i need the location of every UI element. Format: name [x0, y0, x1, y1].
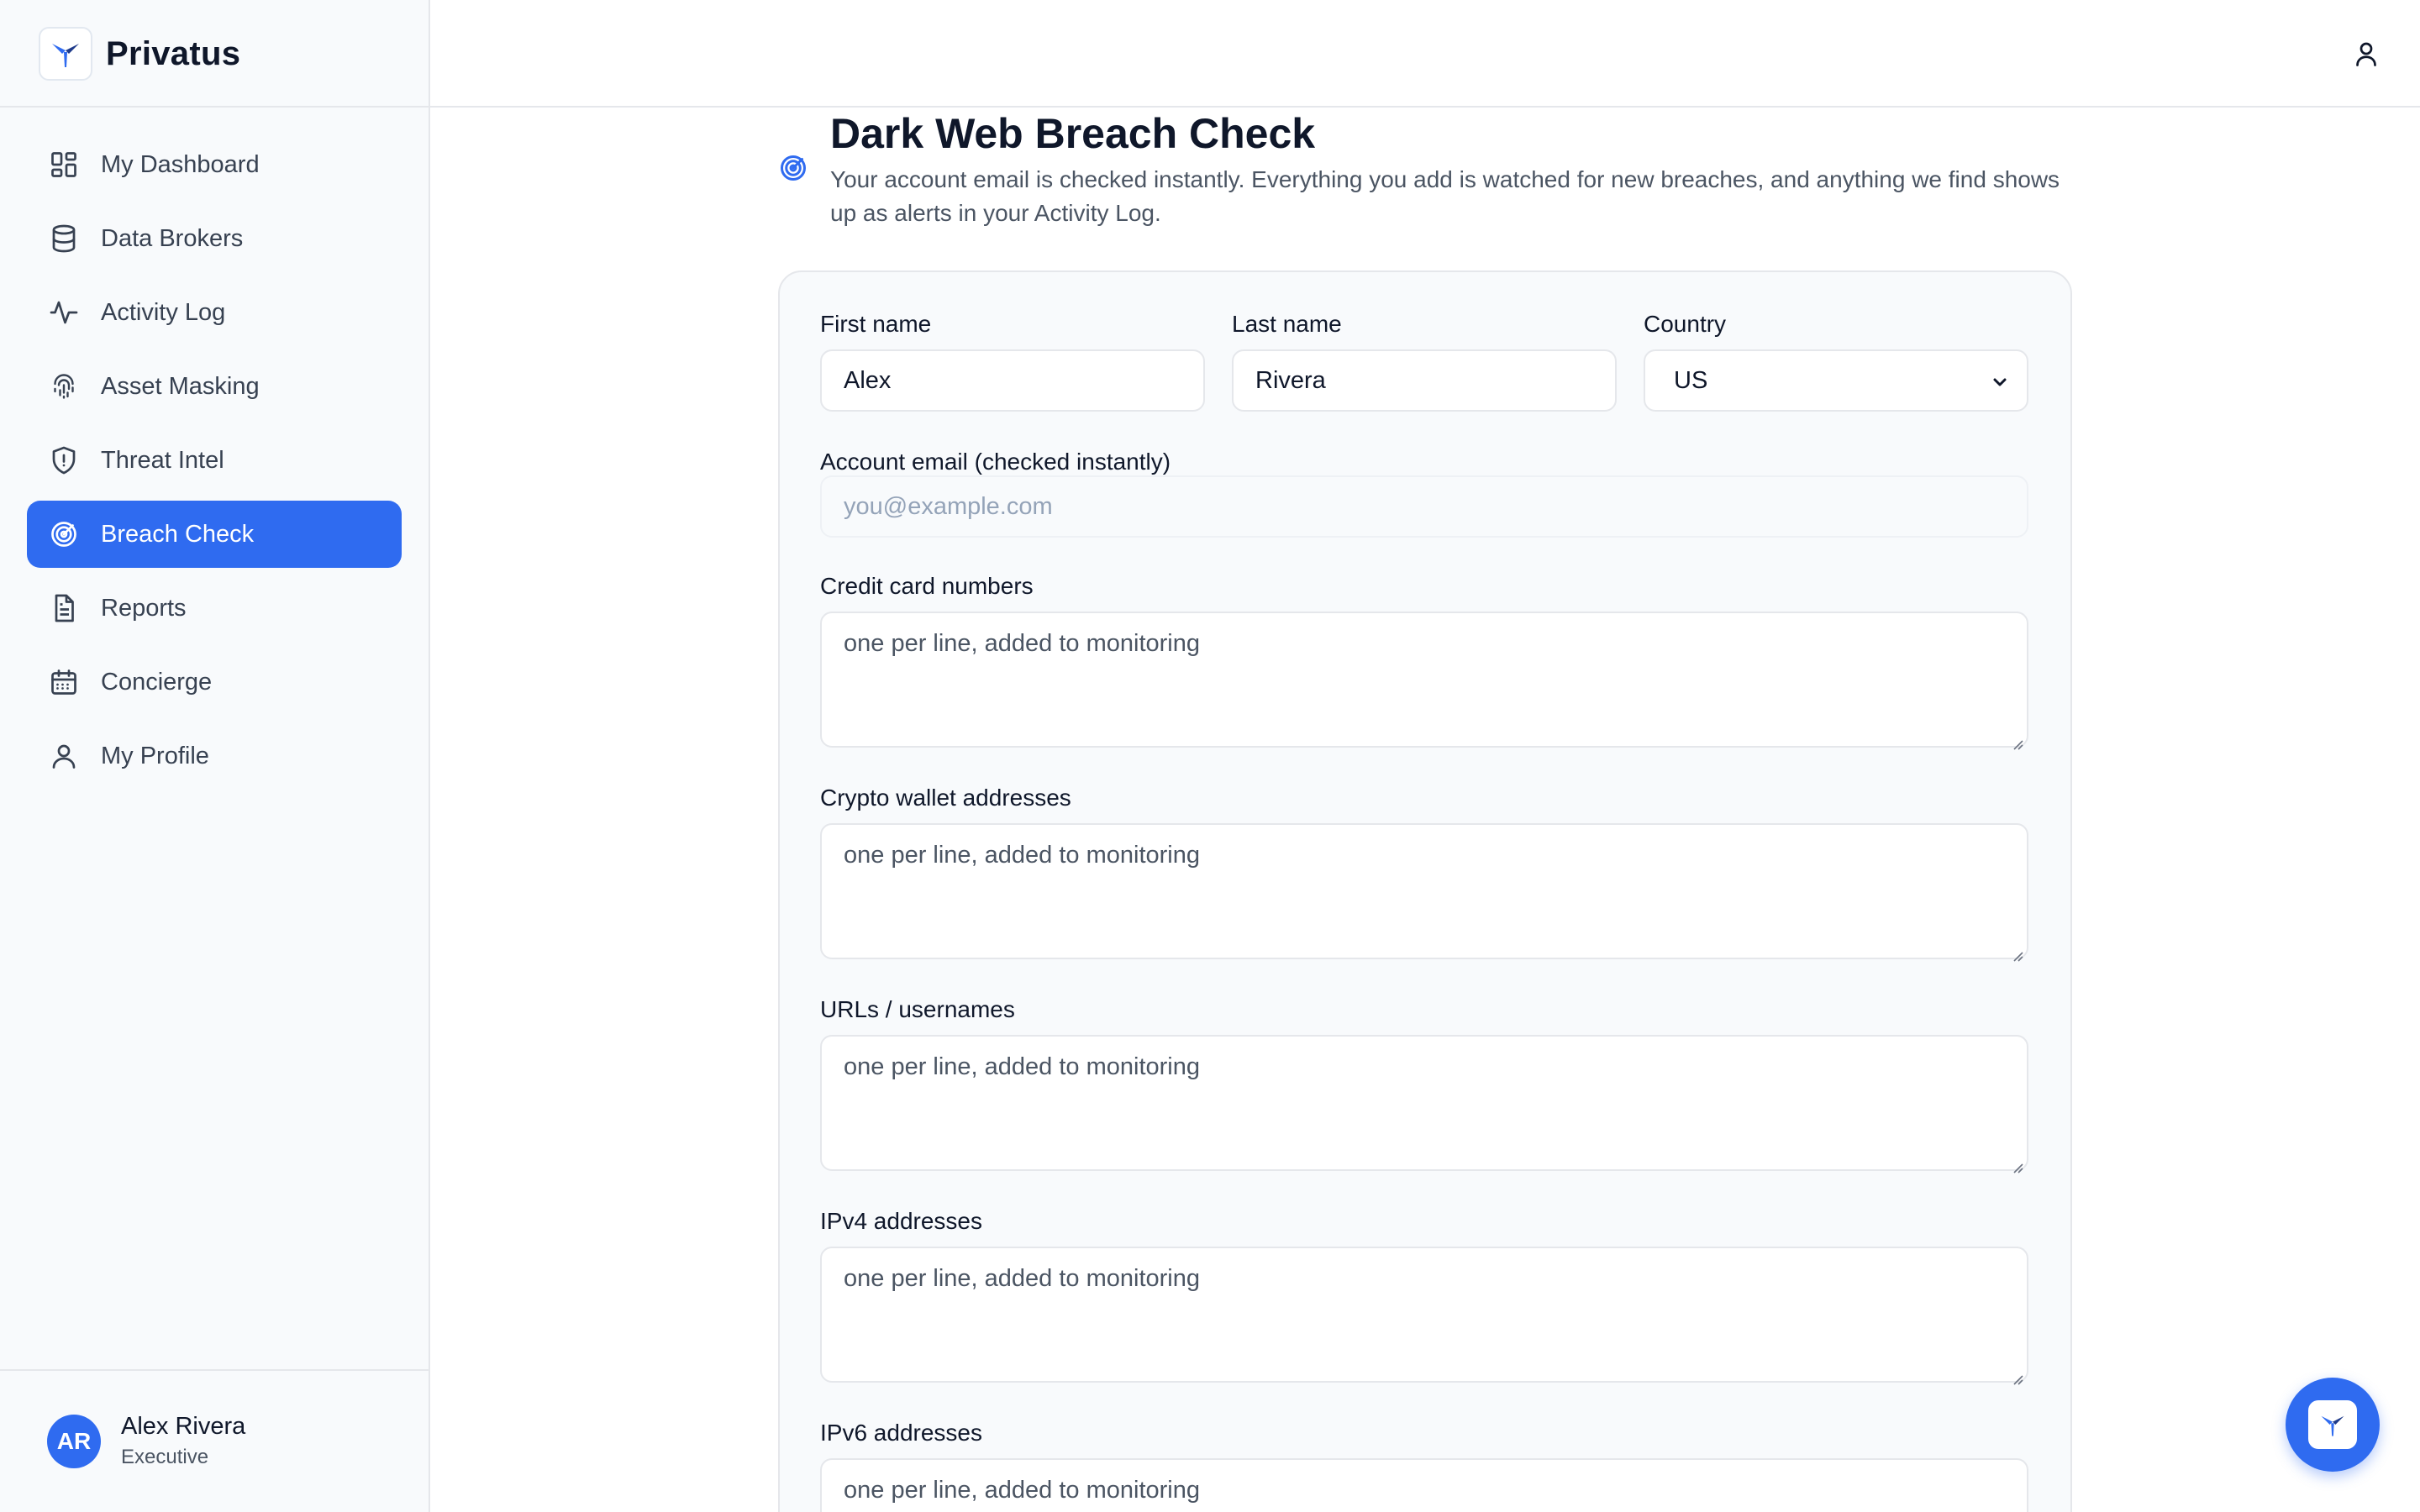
sidebar-item-label: Reports [101, 594, 187, 622]
divider [0, 106, 429, 108]
urls-usernames-label: URLs / usernames [820, 996, 1015, 1022]
country-select-value: US [1674, 366, 1708, 394]
resize-grip-icon[interactable] [2010, 1152, 2023, 1173]
sidebar-item-my-dashboard[interactable]: My Dashboard [27, 131, 402, 198]
radar-icon [778, 153, 808, 183]
user-info: Alex Rivera Executive [121, 1413, 245, 1469]
top-bar [430, 0, 2420, 108]
sidebar-item-label: Concierge [101, 668, 213, 696]
ipv4-textarea[interactable]: one per line, added to monitoring [820, 1247, 2028, 1385]
country-label: Country [1644, 311, 1727, 337]
divider [0, 1369, 429, 1371]
database-icon [47, 222, 81, 255]
sidebar-item-concierge[interactable]: Concierge [27, 648, 402, 716]
sidebar-item-label: Data Brokers [101, 224, 244, 252]
brand[interactable]: Privatus [39, 27, 240, 81]
ipv6-textarea[interactable]: one per line, added to monitoring [820, 1458, 2028, 1512]
account-email-label: Account email (checked instantly) [820, 449, 1171, 475]
user-name: Alex Rivera [121, 1413, 246, 1440]
sidebar-item-my-profile[interactable]: My Profile [27, 722, 402, 790]
privatus-logo-icon [39, 27, 92, 81]
sidebar-item-label: My Profile [101, 742, 209, 769]
sidebar-item-data-brokers[interactable]: Data Brokers [27, 205, 402, 272]
page-description: Your account email is checked instantly.… [830, 166, 2060, 226]
textarea-placeholder: one per line, added to monitoring [844, 1053, 1201, 1080]
activity-pulse-icon [47, 296, 81, 329]
breach-check-form: First name Alex Last name Rivera Country… [778, 270, 2072, 1512]
sidebar-item-reports[interactable]: Reports [27, 575, 402, 642]
calendar-icon [47, 665, 81, 699]
fingerprint-icon [47, 370, 81, 403]
country-select[interactable]: US [1644, 349, 2028, 412]
account-user-icon[interactable] [2351, 39, 2381, 69]
ipv4-label: IPv4 addresses [820, 1208, 982, 1234]
dashboard-grid-icon [47, 148, 81, 181]
first-name-label: First name [820, 311, 932, 337]
page-title: Dark Web Breach Check [830, 110, 1316, 157]
ipv6-label: IPv6 addresses [820, 1420, 982, 1446]
shield-alert-icon [47, 444, 81, 477]
sidebar-item-activity-log[interactable]: Activity Log [27, 279, 402, 346]
user-role: Executive [121, 1446, 209, 1468]
sidebar-item-label: My Dashboard [101, 150, 260, 178]
last-name-input[interactable]: Rivera [1232, 349, 1617, 412]
last-name-label: Last name [1232, 311, 1342, 337]
user-card[interactable]: AR Alex Rivera Executive [47, 1413, 245, 1469]
chevron-down-icon [1990, 371, 2010, 391]
textarea-placeholder: one per line, added to monitoring [844, 1477, 1201, 1504]
resize-grip-icon[interactable] [2010, 729, 2023, 750]
sidebar: Privatus My Dashboard Data Brokers Activ… [0, 0, 430, 1512]
textarea-placeholder: one per line, added to monitoring [844, 1265, 1201, 1292]
sidebar-item-label: Threat Intel [101, 446, 224, 474]
textarea-placeholder: one per line, added to monitoring [844, 630, 1201, 657]
sidebar-item-label: Breach Check [101, 520, 255, 548]
sidebar-item-threat-intel[interactable]: Threat Intel [27, 427, 402, 494]
sidebar-item-asset-masking[interactable]: Asset Masking [27, 353, 402, 420]
credit-cards-textarea[interactable]: one per line, added to monitoring [820, 612, 2028, 750]
privatus-logo-icon [2308, 1400, 2357, 1449]
sidebar-item-label: Activity Log [101, 298, 226, 326]
sidebar-item-label: Asset Masking [101, 372, 260, 400]
sidebar-item-breach-check[interactable]: Breach Check [27, 501, 402, 568]
resize-grip-icon[interactable] [2010, 941, 2023, 962]
user-icon [47, 739, 81, 773]
sidebar-nav: My Dashboard Data Brokers Activity Log A… [27, 131, 402, 796]
radar-icon [47, 517, 81, 551]
textarea-placeholder: one per line, added to monitoring [844, 842, 1201, 869]
crypto-wallets-textarea[interactable]: one per line, added to monitoring [820, 823, 2028, 962]
avatar: AR [47, 1414, 101, 1468]
document-icon [47, 591, 81, 625]
crypto-wallets-label: Crypto wallet addresses [820, 785, 1071, 811]
first-name-input[interactable]: Alex [820, 349, 1205, 412]
resize-grip-icon[interactable] [2010, 1364, 2023, 1385]
brand-name: Privatus [106, 34, 241, 72]
urls-usernames-textarea[interactable]: one per line, added to monitoring [820, 1035, 2028, 1173]
credit-cards-label: Credit card numbers [820, 573, 1034, 599]
assistant-fab-button[interactable] [2286, 1378, 2380, 1472]
account-email-input[interactable]: you@example.com [820, 475, 2028, 538]
